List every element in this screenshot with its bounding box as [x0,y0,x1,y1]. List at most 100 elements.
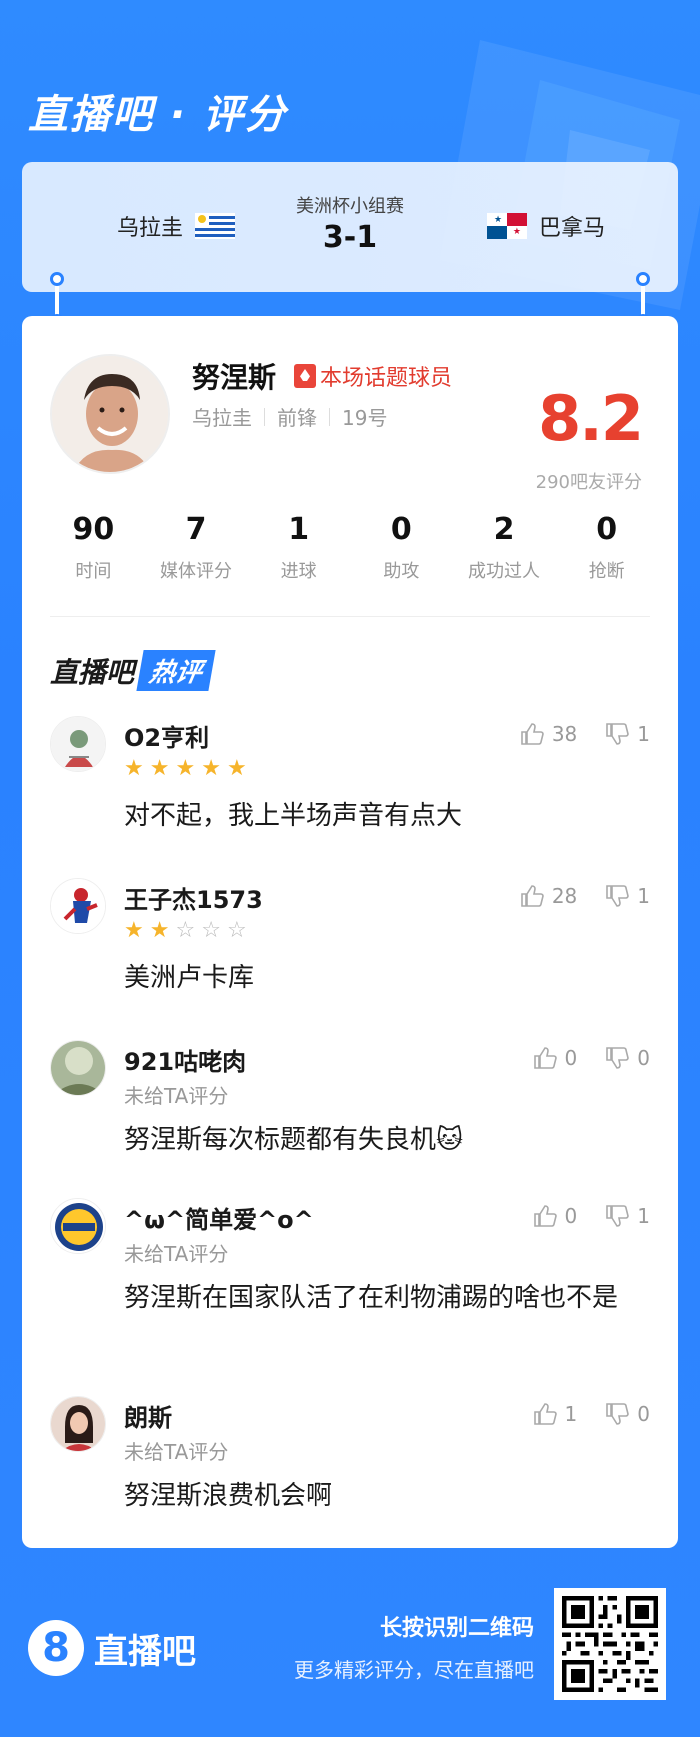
comment-no-rating: 未给TA评分 [124,1242,229,1266]
hot-comments-header: 直播吧 热评 [50,650,216,691]
stat-media-rating: 7 媒体评分 [160,512,232,582]
dislike-button[interactable]: 1 [605,1204,650,1228]
comment-text: 努涅斯每次标题都有失良机🐱 [124,1125,464,1155]
section-divider [50,616,650,617]
stat-dribbles: 2 成功过人 [468,512,541,582]
player-stats-row: 90 时间 7 媒体评分 1 进球 0 助攻 2 成功过人 0 抢断 [42,512,658,583]
player-avatar [50,354,170,474]
star-empty-icon: ☆ [201,918,221,943]
comment-item: 朗斯 未给TA评分 努涅斯浪费机会啊 1 0 [50,1396,650,1526]
comment-username[interactable]: 朗斯 [124,1398,172,1433]
comment-text: 美洲卢卡库 [124,963,255,993]
comment-item: ^ω^简单爱^o^ 未给TA评分 努涅斯在国家队活了在利物浦踢的啥也不是 0 1 [50,1198,650,1378]
comment-no-rating: 未给TA评分 [124,1440,229,1464]
player-position: 前锋 [277,406,317,430]
comment-star-rating: ★ ★ ☆ ☆ ☆ [124,920,247,942]
star-empty-icon: ☆ [226,918,247,943]
comment-actions: 0 1 [533,1204,650,1228]
footer-logo-text: 直播吧 [94,1631,196,1672]
topic-player-badge: 本场话题球员 [294,360,452,392]
meta-divider [264,407,265,426]
stat-minutes: 90 时间 [72,512,115,582]
comment-avatar[interactable] [50,1040,106,1096]
hot-comments-title-brand: 直播吧 [50,655,135,689]
dislike-count: 1 [637,1204,650,1228]
star-filled-icon: ★ [201,756,221,781]
zhibo8-logo-icon: 8 [28,1620,84,1676]
like-count: 28 [551,884,578,908]
footer-logo: 8 直播吧 [28,1620,196,1676]
comment-text: 努涅斯浪费机会啊 [124,1481,333,1511]
thumbs-up-icon [521,723,544,745]
dislike-button[interactable]: 0 [605,1402,650,1426]
like-button[interactable]: 0 [533,1204,578,1228]
star-filled-icon: ★ [149,918,170,943]
away-team: ★ ★ 巴拿马 [487,210,605,242]
dislike-button[interactable]: 1 [605,722,650,746]
comment-actions: 38 1 [520,722,650,746]
comment-item: 921咕咾肉 未给TA评分 努涅斯每次标题都有失良机🐱 0 0 [50,1040,650,1180]
qr-code[interactable] [554,1588,666,1700]
dislike-count: 0 [637,1046,650,1070]
like-button[interactable]: 28 [520,884,577,908]
away-team-name: 巴拿马 [539,216,606,241]
star-filled-icon: ★ [124,918,144,943]
qr-code-icon [562,1596,658,1692]
thumbs-down-icon [606,723,630,745]
dislike-button[interactable]: 0 [605,1046,650,1070]
dislike-count: 0 [637,1402,650,1426]
comment-actions: 0 0 [533,1046,650,1070]
star-empty-icon: ☆ [175,918,196,943]
thumbs-down-icon [606,1403,630,1425]
comment-no-rating: 未给TA评分 [124,1084,229,1108]
comment-avatar[interactable] [50,1396,106,1452]
thumbs-down-icon [606,1205,630,1227]
player-meta: 乌拉圭 前锋 19号 [192,402,387,431]
topic-player-label: 本场话题球员 [320,366,453,391]
comment-username[interactable]: 921咕咾肉 [124,1042,246,1077]
thumbs-up-icon [533,1403,557,1425]
thumbs-down-icon [606,885,630,907]
dislike-button[interactable]: 1 [605,884,650,908]
fan-rating-count: 290吧友评分 [535,472,642,493]
thumbs-up-icon [533,1205,557,1227]
star-filled-icon: ★ [149,756,170,781]
stat-tackles: 0 抢断 [588,512,625,582]
flame-badge-icon [294,364,316,388]
stat-goals: 1 进球 [280,512,317,582]
like-button[interactable]: 1 [533,1402,578,1426]
like-count: 1 [564,1402,578,1426]
star-filled-icon: ★ [124,756,144,781]
qr-prompt: 长按识别二维码 [379,1616,534,1641]
comment-actions: 1 0 [533,1402,650,1426]
meta-divider [329,407,330,426]
player-name: 努涅斯 [192,361,277,394]
like-button[interactable]: 0 [533,1046,578,1070]
thumbs-up-icon [533,1047,557,1069]
comment-username[interactable]: ^ω^简单爱^o^ [124,1200,314,1235]
comment-username[interactable]: 王子杰1573 [124,880,263,915]
footer-tagline: 更多精彩评分，尽在直播吧 [294,1658,534,1682]
player-number: 19号 [342,406,388,430]
dislike-count: 1 [637,722,650,746]
dislike-count: 1 [637,884,650,908]
comment-username[interactable]: O2亨利 [124,718,209,753]
thumbs-up-icon [521,885,544,907]
hot-comments-title-tag: 热评 [136,650,216,691]
comment-avatar[interactable] [50,878,106,934]
player-team: 乌拉圭 [192,406,252,430]
like-count: 0 [564,1204,578,1228]
comment-item: 王子杰1573 ★ ★ ☆ ☆ ☆ 美洲卢卡库 28 1 [50,878,650,1018]
fan-rating-score: 8.2 [538,382,644,455]
stat-assists: 0 助攻 [383,512,420,582]
star-filled-icon: ★ [175,756,196,781]
comment-star-rating: ★ ★ ★ ★ ★ [124,758,247,780]
comment-avatar[interactable] [50,716,106,772]
comment-avatar[interactable] [50,1198,106,1254]
like-button[interactable]: 38 [520,722,577,746]
like-count: 38 [551,722,578,746]
app-title: 直播吧 · 评分 [28,92,288,138]
like-count: 0 [564,1046,578,1070]
comment-text: 努涅斯在国家队活了在利物浦踢的啥也不是 [124,1283,619,1313]
comment-actions: 28 1 [520,884,650,908]
